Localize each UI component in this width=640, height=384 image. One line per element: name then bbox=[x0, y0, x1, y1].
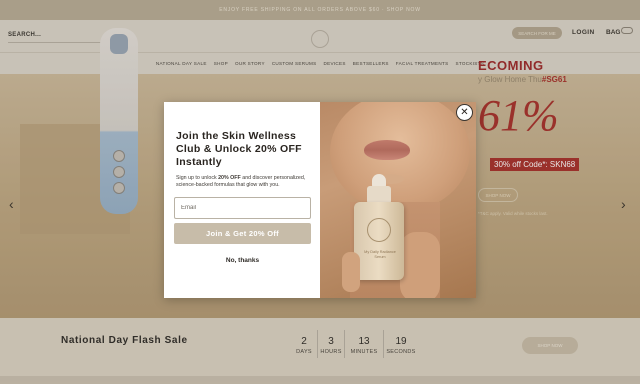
bottle-logo bbox=[367, 218, 391, 242]
modal-form-panel: Join the Skin Wellness Club & Unlock 20%… bbox=[164, 102, 320, 298]
model-hand bbox=[400, 232, 440, 298]
signup-modal: Join the Skin Wellness Club & Unlock 20%… bbox=[164, 102, 476, 298]
model-lips bbox=[364, 140, 410, 160]
bottle-label: My Daily Radiance Serum bbox=[364, 250, 396, 259]
modal-product-image: My Daily Radiance Serum bbox=[320, 102, 476, 298]
model-finger bbox=[342, 252, 360, 292]
modal-description: Sign up to unlock 20% OFF and discover p… bbox=[176, 175, 306, 188]
no-thanks-button[interactable]: No, thanks bbox=[174, 253, 311, 267]
join-button[interactable]: Join & Get 20% Off bbox=[174, 223, 311, 244]
close-icon[interactable]: ✕ bbox=[456, 104, 473, 121]
modal-title: Join the Skin Wellness Club & Unlock 20%… bbox=[176, 130, 302, 168]
email-field[interactable] bbox=[174, 197, 311, 219]
